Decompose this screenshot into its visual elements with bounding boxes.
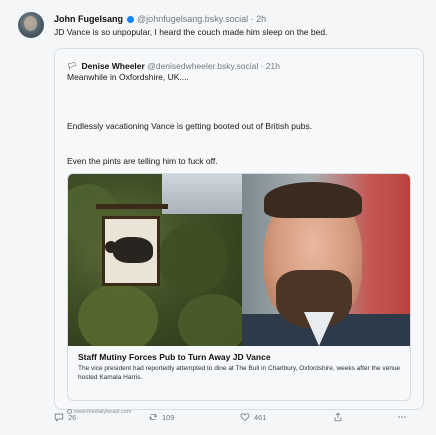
post: John Fugelsang @johnfugelsang.bsky.socia… <box>0 0 436 435</box>
link-card-image <box>68 174 410 346</box>
verified-icon <box>126 16 134 23</box>
separator: · <box>260 61 264 71</box>
share-button[interactable] <box>333 409 343 425</box>
ellipsis-icon <box>398 416 406 418</box>
author-name[interactable]: John Fugelsang <box>54 14 123 24</box>
quoted-post[interactable]: 🏳 Denise Wheeler @denisedwheeler.bsky.so… <box>54 48 424 415</box>
quoted-author-handle[interactable]: @denisedwheeler.bsky.social <box>147 61 258 71</box>
separator: · <box>250 14 254 24</box>
more-options-button[interactable] <box>397 409 407 425</box>
post-header: John Fugelsang @johnfugelsang.bsky.socia… <box>54 14 266 25</box>
quoted-post-paragraph: Endlessly vacationing Vance is getting b… <box>67 121 313 131</box>
repost-icon <box>148 414 158 420</box>
post-actions: 26 109 461 <box>54 409 424 425</box>
bull-icon <box>105 237 153 263</box>
reply-icon <box>54 413 64 422</box>
author-handle[interactable]: @johnfugelsang.bsky.social <box>137 14 248 24</box>
quoted-post-paragraph: Even the pints are telling him to fuck o… <box>67 156 218 166</box>
pub-photo <box>68 174 242 346</box>
link-card-title: Staff Mutiny Forces Pub to Turn Away JD … <box>78 352 271 362</box>
sky <box>162 174 242 214</box>
sign-bracket <box>96 204 168 209</box>
reply-button[interactable]: 26 <box>54 409 76 425</box>
hair <box>264 182 362 218</box>
post-time[interactable]: 2h <box>256 14 266 24</box>
quoted-author-name[interactable]: Denise Wheeler <box>82 61 145 71</box>
pub-sign <box>102 216 160 286</box>
repost-count: 109 <box>162 412 175 422</box>
like-count: 461 <box>254 412 267 422</box>
quoted-post-time[interactable]: 21h <box>266 61 280 71</box>
heart-icon <box>240 413 250 422</box>
reply-count: 26 <box>68 412 77 422</box>
post-text: JD Vance is so unpopular, I heard the co… <box>54 27 328 37</box>
repost-button[interactable]: 109 <box>148 409 175 425</box>
like-button[interactable]: 461 <box>240 409 267 425</box>
share-icon <box>334 412 342 422</box>
flag-icon: 🏳 <box>67 62 78 71</box>
link-card[interactable]: Staff Mutiny Forces Pub to Turn Away JD … <box>67 173 411 401</box>
portrait-photo <box>242 174 410 346</box>
avatar[interactable] <box>18 12 44 38</box>
link-card-description: The vice president had reportedly attemp… <box>78 365 401 381</box>
quoted-post-header: 🏳 Denise Wheeler @denisedwheeler.bsky.so… <box>67 61 280 72</box>
quoted-post-text: Meanwhile in Oxfordshire, UK.... <box>67 72 189 82</box>
